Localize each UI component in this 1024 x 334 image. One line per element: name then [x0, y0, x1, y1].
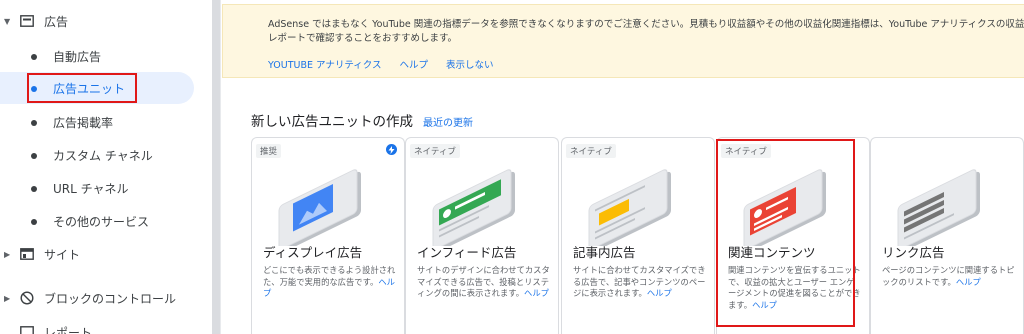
sidebar-section-ads[interactable]: ▼ 広告: [0, 5, 212, 37]
sidebar-item-url-channels[interactable]: URL チャネル: [0, 172, 212, 204]
divider: [220, 0, 221, 334]
card-description-text: サイトに合わせてカスタマイズできる広告で、記事やコンテンツのページに表示されます…: [573, 265, 706, 298]
sidebar-item-label: その他のサービス: [53, 214, 150, 229]
recent-updates-link[interactable]: 最近の更新: [423, 114, 473, 129]
sidebar-section-ads-label: 広告: [44, 14, 69, 29]
notice-banner: AdSense ではまもなく YouTube 関連の指標データを参照できなくなり…: [222, 4, 1024, 78]
sidebar-item-label: 広告掲載率: [53, 115, 114, 130]
card-help-link[interactable]: ヘルプ: [956, 277, 981, 287]
banner-actions: YOUTUBE アナリティクス ヘルプ 表示しない: [268, 57, 494, 71]
card-description: ページのコンテンツに関連するトピックのリストです。ヘルプ: [882, 265, 1016, 288]
card-description: どこにでも表示できるよう設計された、万能で実用的な広告です。ヘルプ: [263, 265, 397, 300]
caret-down-icon: ▼: [4, 16, 11, 26]
sidebar-section-reports-label: レポート: [44, 325, 93, 334]
card-title: 記事内広告: [573, 245, 636, 260]
highlight-box: [27, 73, 137, 103]
help-link[interactable]: ヘルプ: [399, 57, 428, 71]
sidebar-scrollbar[interactable]: [212, 0, 220, 334]
ad-type-card-display[interactable]: 推奨 ディスプレイ広告 どこにでも表示できるよう設計された、万能で実用的な広告で…: [251, 137, 405, 334]
card-description-text: どこにでも表示できるよう設計された、万能で実用的な広告です。: [263, 265, 396, 287]
card-help-link[interactable]: ヘルプ: [647, 288, 672, 298]
sidebar-section-reports[interactable]: レポート: [0, 316, 212, 334]
bullet-icon: [31, 54, 37, 60]
caret-right-icon: ▶: [4, 249, 11, 259]
in-article-ad-illustration: [588, 169, 671, 246]
ad-type-card-in-article[interactable]: ネイティブ 記事内広告 サイトに合わせてカスタマイズできる広告で、記事やコンテン…: [561, 137, 715, 334]
highlight-box: [716, 139, 855, 327]
sidebar-item-label: 自動広告: [53, 49, 102, 64]
card-title: インフィード広告: [417, 245, 517, 260]
section-heading: 新しい広告ユニットの作成 最近の更新: [251, 110, 473, 130]
sidebar-item-label: URL チャネル: [53, 181, 129, 196]
card-title: リンク広告: [882, 245, 945, 260]
card-description-text: ページのコンテンツに関連するトピックのリストです。: [882, 265, 1015, 287]
caret-right-icon: ▶: [4, 293, 11, 303]
page-title: 新しい広告ユニットの作成: [251, 114, 413, 130]
ad-type-card-link-ads[interactable]: リンク広告 ページのコンテンツに関連するトピックのリストです。ヘルプ: [870, 137, 1024, 334]
sidebar-section-blocking-label: ブロックのコントロール: [44, 291, 177, 306]
reports-icon: [16, 321, 38, 334]
sidebar-item-ad-coverage[interactable]: 広告掲載率: [0, 106, 212, 138]
bullet-icon: [31, 186, 37, 192]
link-ads-illustration: [897, 169, 980, 246]
dismiss-link[interactable]: 表示しない: [446, 57, 494, 71]
bullet-icon: [31, 120, 37, 126]
youtube-analytics-link[interactable]: YOUTUBE アナリティクス: [268, 57, 381, 71]
in-feed-ad-illustration: [432, 169, 515, 246]
sidebar-item-label: カスタム チャネル: [53, 148, 153, 163]
card-title: ディスプレイ広告: [263, 245, 363, 260]
card-description: サイトに合わせてカスタマイズできる広告で、記事やコンテンツのページに表示されます…: [573, 265, 707, 300]
sidebar-item-custom-channels[interactable]: カスタム チャネル: [0, 139, 212, 171]
sites-icon: [16, 243, 38, 265]
sidebar-section-blocking[interactable]: ▶ ブロックのコントロール: [0, 282, 212, 314]
bullet-icon: [31, 153, 37, 159]
sidebar-section-sites-label: サイト: [44, 247, 81, 262]
sidebar-item-other-services[interactable]: その他のサービス: [0, 205, 212, 237]
bullet-icon: [31, 219, 37, 225]
ad-type-card-in-feed[interactable]: ネイティブ インフィード広告 サイトのデザインに合わせてカスタマイズできる広告で…: [405, 137, 559, 334]
card-description: サイトのデザインに合わせてカスタマイズできる広告で、投稿とリスティングの間に表示…: [417, 265, 551, 300]
block-icon: [16, 287, 38, 309]
sidebar-section-sites[interactable]: ▶ サイト: [0, 238, 212, 270]
sidebar-item-auto-ads[interactable]: 自動広告: [0, 40, 212, 72]
sidebar: ▼ 広告 自動広告 広告ユニット 広告掲載率 カスタム チャネル URL チャネ…: [0, 0, 212, 334]
banner-message: AdSense ではまもなく YouTube 関連の指標データを参照できなくなり…: [268, 19, 1024, 44]
ads-icon: [16, 10, 38, 32]
display-ad-illustration: [278, 169, 361, 246]
card-help-link[interactable]: ヘルプ: [524, 288, 549, 298]
